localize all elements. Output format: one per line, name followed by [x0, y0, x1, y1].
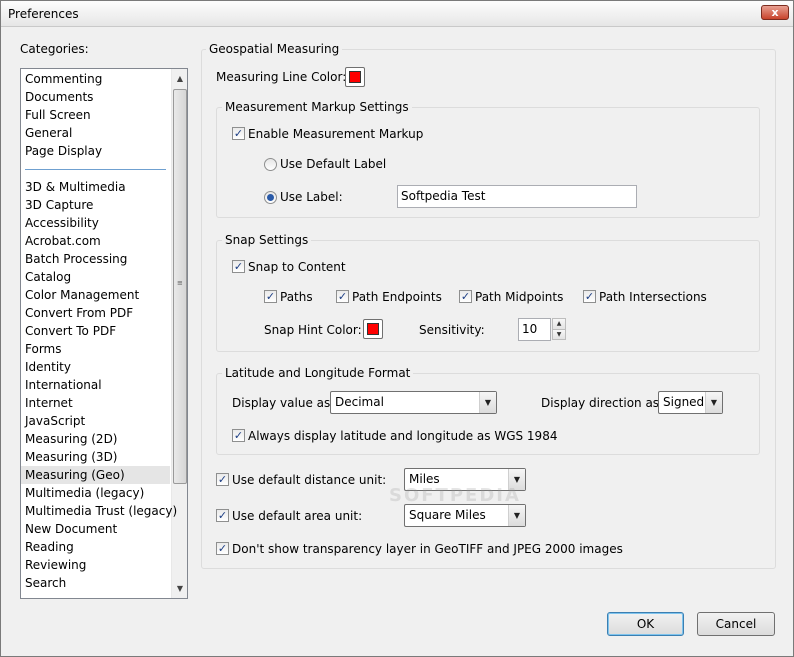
- chevron-down-icon: ▼: [508, 505, 525, 526]
- label-input[interactable]: Softpedia Test: [397, 185, 637, 208]
- category-separator: [25, 169, 166, 170]
- category-item[interactable]: Internet: [25, 394, 73, 412]
- category-item[interactable]: Measuring (2D): [25, 430, 118, 448]
- spin-down-icon[interactable]: ▼: [553, 329, 565, 339]
- line-color-swatch: [349, 71, 361, 83]
- snap-hint-color-swatch: [367, 323, 379, 335]
- snap-hint-color-button[interactable]: [363, 319, 383, 339]
- enable-markup-label: Enable Measurement Markup: [248, 127, 424, 141]
- path-midpoints-label: Path Midpoints: [475, 290, 564, 304]
- paths-checkbox[interactable]: ✓: [264, 290, 277, 303]
- wgs-label: Always display latitude and longitude as…: [248, 429, 558, 443]
- transparency-checkbox[interactable]: ✓: [216, 542, 229, 555]
- display-value-select[interactable]: Decimal ▼: [330, 391, 497, 414]
- area-unit-label: Use default area unit:: [232, 509, 363, 523]
- line-color-label: Measuring Line Color:: [216, 70, 347, 84]
- grip-icon: ≡: [177, 279, 183, 287]
- category-item[interactable]: Reading: [25, 538, 74, 556]
- display-direction-label: Display direction as:: [541, 396, 664, 410]
- use-label-text: Use Label:: [280, 190, 343, 204]
- markup-settings-title: Measurement Markup Settings: [222, 100, 412, 114]
- category-item[interactable]: Documents: [25, 88, 93, 106]
- category-item[interactable]: Measuring (Geo): [21, 466, 170, 484]
- snap-hint-color-label: Snap Hint Color:: [264, 323, 362, 337]
- paths-label: Paths: [280, 290, 313, 304]
- category-item[interactable]: Commenting: [25, 70, 102, 88]
- area-unit-select[interactable]: Square Miles ▼: [404, 504, 526, 527]
- chevron-down-icon: ▼: [479, 392, 496, 413]
- category-item[interactable]: Identity: [25, 358, 71, 376]
- display-direction-select[interactable]: Signed ▼: [658, 391, 723, 414]
- wgs-checkbox[interactable]: ✓: [232, 429, 245, 442]
- category-item[interactable]: JavaScript: [25, 412, 85, 430]
- snap-settings-title: Snap Settings: [222, 233, 312, 247]
- distance-unit-checkbox[interactable]: ✓: [216, 473, 229, 486]
- category-item[interactable]: Convert To PDF: [25, 322, 116, 340]
- line-color-button[interactable]: [345, 67, 365, 87]
- transparency-label: Don't show transparency layer in GeoTIFF…: [232, 542, 623, 556]
- category-item[interactable]: Batch Processing: [25, 250, 127, 268]
- category-item[interactable]: Full Screen: [25, 106, 91, 124]
- scroll-up-icon[interactable]: ▲: [172, 70, 187, 87]
- scroll-down-icon[interactable]: ▼: [172, 580, 187, 597]
- path-intersections-checkbox[interactable]: ✓: [583, 290, 596, 303]
- categories-label: Categories:: [20, 42, 89, 56]
- spin-up-icon[interactable]: ▲: [553, 319, 565, 329]
- category-item[interactable]: Multimedia (legacy): [25, 484, 144, 502]
- category-item[interactable]: New Document: [25, 520, 117, 538]
- category-item[interactable]: 3D & Multimedia: [25, 178, 126, 196]
- distance-unit-selected: Miles: [409, 472, 440, 486]
- area-unit-selected: Square Miles: [409, 508, 486, 522]
- title-bar: Preferences x: [1, 1, 793, 27]
- sensitivity-stepper[interactable]: ▲ ▼: [552, 318, 566, 340]
- default-label-text: Use Default Label: [280, 157, 387, 171]
- snap-to-content-label: Snap to Content: [248, 260, 346, 274]
- category-item[interactable]: Multimedia Trust (legacy): [25, 502, 177, 520]
- snap-to-content-checkbox[interactable]: ✓: [232, 260, 245, 273]
- category-item[interactable]: 3D Capture: [25, 196, 93, 214]
- default-label-radio[interactable]: [264, 158, 277, 171]
- category-item[interactable]: International: [25, 376, 102, 394]
- path-intersections-label: Path Intersections: [599, 290, 707, 304]
- close-button[interactable]: x: [761, 5, 789, 20]
- path-endpoints-label: Path Endpoints: [352, 290, 442, 304]
- path-endpoints-checkbox[interactable]: ✓: [336, 290, 349, 303]
- category-item[interactable]: Catalog: [25, 268, 71, 286]
- ok-button[interactable]: OK: [607, 612, 684, 636]
- category-item[interactable]: Acrobat.com: [25, 232, 101, 250]
- sensitivity-label: Sensitivity:: [419, 323, 485, 337]
- distance-unit-label: Use default distance unit:: [232, 473, 387, 487]
- display-value-selected: Decimal: [335, 395, 384, 409]
- watermark: SOFTPEDIA: [389, 485, 521, 506]
- window-title: Preferences: [8, 7, 79, 21]
- display-direction-selected: Signed: [663, 395, 705, 409]
- chevron-down-icon: ▼: [705, 392, 722, 413]
- preferences-dialog: Preferences x Categories: ▲ ≡ ▼ Commenti…: [0, 0, 794, 657]
- area-unit-checkbox[interactable]: ✓: [216, 509, 229, 522]
- category-item[interactable]: General: [25, 124, 72, 142]
- category-item[interactable]: Reviewing: [25, 556, 86, 574]
- category-item[interactable]: Forms: [25, 340, 61, 358]
- category-item[interactable]: Measuring (3D): [25, 448, 118, 466]
- sensitivity-input[interactable]: 10: [518, 318, 551, 341]
- category-item[interactable]: Search: [25, 574, 66, 592]
- latlong-title: Latitude and Longitude Format: [222, 366, 414, 380]
- category-item[interactable]: Page Display: [25, 142, 102, 160]
- cancel-button[interactable]: Cancel: [697, 612, 775, 636]
- category-item[interactable]: Accessibility: [25, 214, 99, 232]
- categories-list[interactable]: ▲ ≡ ▼ Commenting Documents Full Screen Gene…: [20, 68, 188, 599]
- enable-markup-checkbox[interactable]: ✓: [232, 127, 245, 140]
- category-item[interactable]: Convert From PDF: [25, 304, 133, 322]
- display-value-label: Display value as:: [232, 396, 335, 410]
- use-label-radio[interactable]: [264, 191, 277, 204]
- category-item[interactable]: Color Management: [25, 286, 139, 304]
- scrollbar-thumb[interactable]: ≡: [173, 89, 187, 484]
- panel-title: Geospatial Measuring: [206, 42, 343, 56]
- path-midpoints-checkbox[interactable]: ✓: [459, 290, 472, 303]
